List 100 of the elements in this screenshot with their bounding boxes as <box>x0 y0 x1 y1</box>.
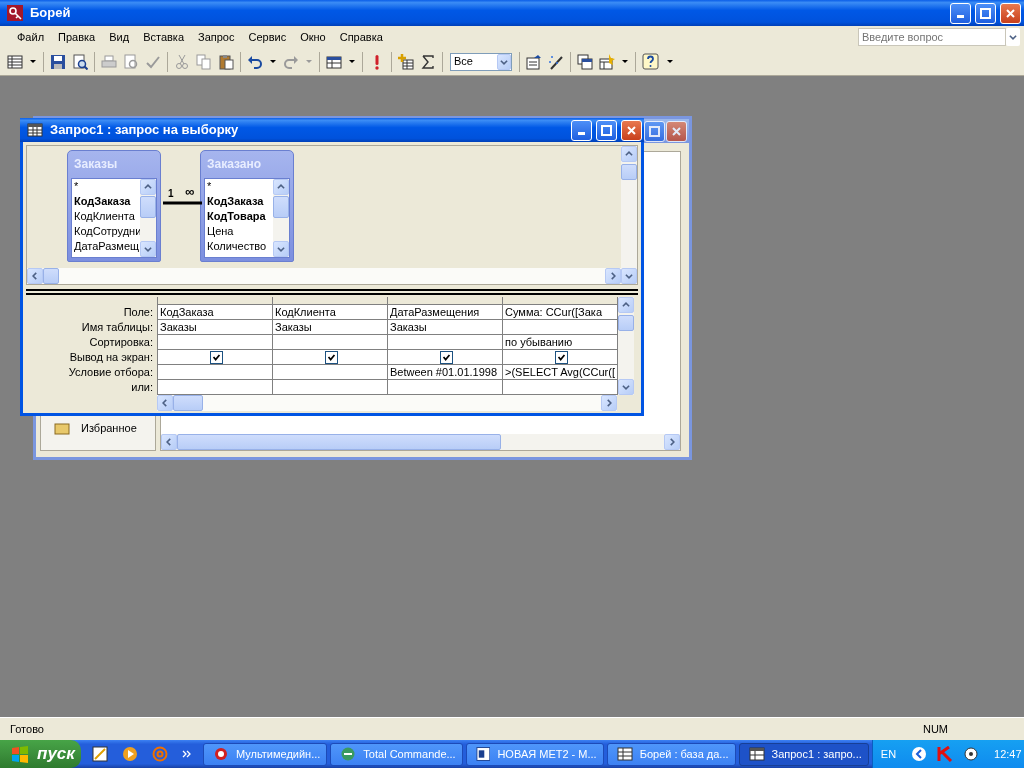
menu-item[interactable]: Сервис <box>241 26 294 48</box>
field-name[interactable]: Количество <box>207 240 267 252</box>
scroll-thumb[interactable] <box>273 196 289 218</box>
column-selector[interactable] <box>503 297 617 305</box>
field-name[interactable]: КодЗаказа <box>207 195 264 207</box>
scrollbar-track[interactable] <box>157 395 617 411</box>
grid-cell-text[interactable]: Заказы <box>160 321 197 333</box>
caret-icon[interactable] <box>269 57 277 66</box>
checkbox[interactable] <box>209 350 223 364</box>
field-name[interactable]: * <box>207 180 212 192</box>
scroll-thumb[interactable] <box>618 315 634 331</box>
table-field-list[interactable]: Заказано * КодЗаказа КодТовара Цена Количество <box>200 150 294 262</box>
scroll-thumb[interactable] <box>621 164 637 180</box>
scrollbar-track[interactable] <box>140 179 156 257</box>
maximize-button[interactable] <box>596 119 617 141</box>
field-name[interactable]: ДатаРазмещ <box>74 240 140 252</box>
menu-item[interactable]: Вид <box>102 26 137 48</box>
scroll-up-button[interactable] <box>273 179 289 195</box>
caret-icon[interactable] <box>348 57 356 66</box>
query-type-icon[interactable] <box>326 53 342 70</box>
scroll-up-button[interactable] <box>621 146 637 162</box>
scrollbar-track[interactable] <box>621 146 637 284</box>
close-button[interactable] <box>1000 2 1021 24</box>
filter-dropdown[interactable]: Все <box>450 52 512 71</box>
minimize-button[interactable] <box>571 119 592 141</box>
minimize-button[interactable] <box>950 2 971 24</box>
scroll-right-button[interactable] <box>601 395 617 411</box>
column-selector[interactable] <box>158 297 272 305</box>
scroll-up-button[interactable] <box>618 297 634 313</box>
relationship-label: 1 <box>168 187 174 201</box>
scroll-right-button[interactable] <box>664 434 680 450</box>
help-search-field[interactable]: Введите вопрос <box>858 28 1006 46</box>
grid-cell-text[interactable]: ДатаРазмещения <box>390 306 480 318</box>
magnifier-icon[interactable] <box>72 53 88 70</box>
wand-icon[interactable] <box>548 53 564 70</box>
checkbox[interactable] <box>324 350 338 364</box>
scrollbar-track[interactable] <box>618 297 634 395</box>
scroll-down-button[interactable] <box>621 268 637 284</box>
field-name[interactable]: * <box>74 180 79 192</box>
notepad-icon[interactable] <box>91 746 108 762</box>
start-button[interactable]: пуск <box>0 740 81 768</box>
checkbox[interactable] <box>554 350 568 364</box>
scroll-up-button[interactable] <box>140 179 156 195</box>
datasheet-view-icon[interactable] <box>7 53 23 70</box>
add-table-icon[interactable] <box>398 53 414 70</box>
scrollbar-track[interactable] <box>273 179 289 257</box>
field-name[interactable]: КодКлиента <box>74 210 135 222</box>
grid-cell-text[interactable]: Сумма: CCur([Зака <box>505 306 602 318</box>
sigma-icon[interactable] <box>420 53 436 70</box>
sidebar-item[interactable]: Избранное <box>81 419 137 436</box>
taskbar-button[interactable]: Запрос1 : запро... <box>738 742 869 766</box>
scroll-down-button[interactable] <box>273 241 289 257</box>
scroll-thumb[interactable] <box>43 268 59 284</box>
new-object-icon[interactable] <box>599 53 615 70</box>
menu-item[interactable]: Вставка <box>136 26 191 48</box>
play-icon[interactable] <box>121 746 138 762</box>
maximize-button[interactable] <box>644 120 665 142</box>
column-selector[interactable] <box>273 297 387 305</box>
close-button[interactable] <box>666 120 687 142</box>
checkbox[interactable] <box>439 350 453 364</box>
menu-item[interactable]: Файл <box>10 26 52 48</box>
scroll-down-button[interactable] <box>618 379 634 395</box>
properties-icon[interactable] <box>526 53 542 70</box>
grid-cell-text[interactable]: КодЗаказа <box>160 306 214 318</box>
field-name[interactable]: Цена <box>207 225 234 237</box>
grid-cell-text[interactable]: по убыванию <box>505 336 573 348</box>
menu-item[interactable]: Окно <box>293 26 333 48</box>
scroll-thumb[interactable] <box>173 395 203 411</box>
menu-item[interactable]: Правка <box>51 26 103 48</box>
save-icon[interactable] <box>50 53 66 70</box>
menu-item[interactable]: Справка <box>332 26 390 48</box>
grid-cell-text[interactable]: >(SELECT Avg(CCur([ <box>505 366 615 378</box>
field-name[interactable]: КодЗаказа <box>74 195 131 207</box>
caret-icon[interactable] <box>29 57 37 66</box>
menu-item[interactable]: Запрос <box>191 26 242 48</box>
caret-icon[interactable] <box>666 57 674 66</box>
close-button[interactable] <box>621 119 642 141</box>
table-field-list[interactable]: Заказы * КодЗаказа КодКлиента КодСотрудни ДатаРазмещ <box>67 150 161 262</box>
scroll-thumb[interactable] <box>177 434 501 450</box>
grid-cell-text[interactable]: Заказы <box>275 321 312 333</box>
scroll-thumb[interactable] <box>140 196 156 218</box>
row-label: Вывод на экран: <box>69 351 153 363</box>
chevron-icon[interactable] <box>181 749 192 759</box>
field-name[interactable]: КодТовара <box>207 210 266 222</box>
clipboard-icon[interactable] <box>218 53 234 70</box>
scroll-down-button[interactable] <box>140 241 156 257</box>
field-name[interactable]: КодСотрудни <box>74 225 140 237</box>
scrollbar-track[interactable] <box>161 434 680 450</box>
grid-cell-text[interactable]: Заказы <box>390 321 427 333</box>
windows-icon[interactable] <box>577 53 593 70</box>
scroll-right-button[interactable] <box>605 268 621 284</box>
grid-cell-text[interactable]: КодКлиента <box>275 306 336 318</box>
grid-cell-text[interactable]: Between #01.01.1998 <box>390 366 498 378</box>
column-selector[interactable] <box>388 297 502 305</box>
scroll-left-button[interactable] <box>157 395 173 411</box>
help-icon[interactable] <box>642 52 660 71</box>
maximize-button[interactable] <box>975 2 996 24</box>
scroll-left-button[interactable] <box>27 268 43 284</box>
scroll-left-button[interactable] <box>161 434 177 450</box>
caret-icon[interactable] <box>621 57 629 66</box>
